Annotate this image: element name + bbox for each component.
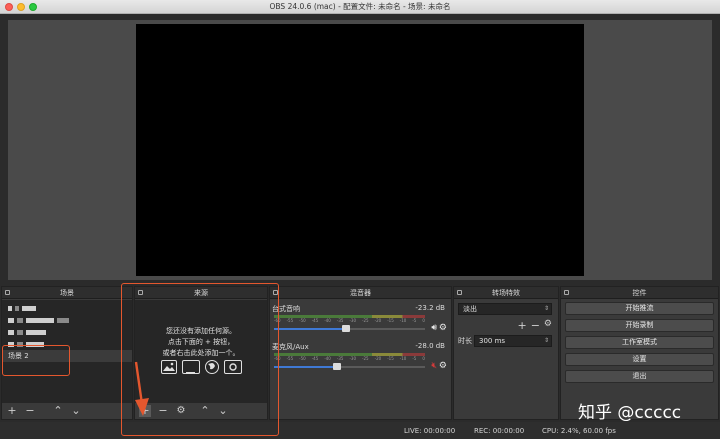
settings-button[interactable]: 设置	[565, 353, 714, 366]
mixer-track: 台式音响 -23.2 dB -60 -55 -50 -45 -40 -35 -30 -25 -2…	[272, 304, 449, 340]
muted-speaker-icon[interactable]: 🔇︎	[431, 361, 437, 371]
duration-label: 时长	[458, 337, 472, 345]
speaker-icon[interactable]: 🔊︎	[431, 323, 437, 333]
meter-tick-label: -30	[349, 356, 357, 361]
meter-tick-label: -50	[299, 318, 306, 323]
duration-value: 300 ms	[479, 337, 506, 345]
status-bar: LIVE: 00:00:00 REC: 00:00:00 CPU: 2.4%, …	[0, 422, 720, 439]
volume-slider[interactable]	[274, 363, 425, 370]
transitions-dock: 转场特效 淡出 ⇕ + − ⚙ 时长 300 ms ⇕	[453, 286, 559, 420]
meter-tick-label: 0	[422, 356, 425, 361]
transition-select-value: 淡出	[463, 305, 477, 313]
meter-tick-label: -55	[286, 318, 294, 323]
live-status: LIVE: 00:00:00	[404, 427, 456, 435]
spin-arrows-icon[interactable]: ⇕	[544, 336, 549, 346]
meter-tick-label: -25	[362, 318, 369, 323]
transition-select[interactable]: 淡出 ⇕	[458, 303, 552, 315]
meter-tick-label: -55	[286, 356, 294, 361]
meter-tick-label: -10	[399, 356, 407, 361]
rec-status: REC: 00:00:00	[474, 427, 525, 435]
zoom-window-button[interactable]	[29, 3, 37, 11]
mixer-dock: 混音器 台式音响 -23.2 dB -60 -55 -50 -45 -40 -35 -30-…	[269, 286, 452, 420]
volume-slider-knob[interactable]	[333, 363, 342, 370]
mixer-dock-header: 混音器	[270, 287, 451, 299]
meter-ticks: -60 -55 -50 -45 -40 -35 -30 -25 -20 -15 -10 -5 0	[274, 318, 425, 323]
annotation-box-scene	[2, 345, 70, 376]
track-settings-gear-icon[interactable]: ⚙	[439, 361, 447, 371]
exit-button[interactable]: 退出	[565, 370, 714, 383]
dock-float-icon[interactable]	[5, 290, 10, 295]
meter-tick-label: -15	[387, 318, 394, 323]
remove-transition-button[interactable]: −	[531, 319, 540, 332]
meter-tick-label: -50	[299, 356, 306, 361]
track-db: -23.2 dB	[415, 304, 445, 312]
mixer-track: 麦克风/Aux -28.0 dB -60 -55 -50 -45 -40 -35 -30 -2…	[272, 342, 449, 378]
meter-ticks: -60 -55 -50 -45 -40 -35 -30 -25 -20 -15 -10 -5 0	[274, 356, 425, 361]
preview-canvas[interactable]	[136, 24, 584, 276]
dock-float-icon[interactable]	[457, 290, 462, 295]
dock-float-icon[interactable]	[564, 290, 569, 295]
watermark: 知乎 @ccccc	[578, 403, 682, 423]
add-scene-button[interactable]: +	[6, 405, 18, 417]
scenes-dock-title: 场景	[60, 289, 74, 297]
close-window-button[interactable]	[5, 3, 13, 11]
meter-tick-label: -20	[374, 356, 382, 361]
controls-dock-header: 控件	[561, 287, 718, 299]
meter-tick-label: -5	[412, 356, 417, 361]
track-settings-gear-icon[interactable]: ⚙	[439, 323, 447, 333]
meter-tick-label: -35	[336, 356, 344, 361]
meter-tick-label: 0	[422, 318, 425, 323]
start-recording-button[interactable]: 开始录制	[565, 319, 714, 332]
meter-tick-label: -5	[412, 318, 417, 323]
mixer-body: 台式音响 -23.2 dB -60 -55 -50 -45 -40 -35 -30 -25 -2…	[270, 300, 451, 419]
window-title: OBS 24.0.6 (mac) - 配置文件: 未命名 - 场景: 未命名	[269, 2, 451, 11]
meter-tick-label: -40	[324, 356, 331, 361]
annotation-arrow	[134, 361, 149, 416]
controls-dock-title: 控件	[632, 289, 647, 297]
start-streaming-button[interactable]: 开始推流	[565, 302, 714, 315]
preview-area	[8, 20, 712, 280]
add-transition-button[interactable]: +	[517, 319, 526, 332]
transitions-body: 淡出 ⇕ + − ⚙ 时长 300 ms ⇕	[454, 300, 558, 419]
select-arrows-icon: ⇕	[543, 305, 549, 312]
window-titlebar: OBS 24.0.6 (mac) - 配置文件: 未命名 - 场景: 未命名	[0, 0, 720, 14]
scenes-toolbar: + − ⌃ ⌄	[2, 403, 132, 419]
move-scene-down-button[interactable]: ⌄	[70, 405, 82, 417]
volume-slider-knob[interactable]	[342, 325, 351, 332]
mixer-dock-title: 混音器	[350, 289, 371, 297]
volume-slider-fill	[274, 366, 338, 368]
minimize-window-button[interactable]	[17, 3, 25, 11]
meter-tick-label: -30	[349, 318, 357, 323]
meter-tick-label: -45	[311, 318, 319, 323]
transition-tools: + − ⚙	[517, 319, 552, 332]
scene-item[interactable]	[2, 302, 132, 314]
meter-tick-label: -25	[362, 356, 369, 361]
transitions-dock-title: 转场特效	[492, 289, 520, 297]
meter-tick-label: -10	[399, 318, 407, 323]
scene-item[interactable]	[2, 314, 132, 326]
transition-properties-gear-icon[interactable]: ⚙	[544, 319, 552, 332]
track-db: -28.0 dB	[415, 342, 445, 350]
volume-slider[interactable]	[274, 325, 425, 332]
move-scene-up-button[interactable]: ⌃	[52, 405, 64, 417]
meter-tick-label: -15	[387, 356, 394, 361]
scenes-dock-header: 场景	[2, 287, 132, 299]
transitions-dock-header: 转场特效	[454, 287, 558, 299]
remove-scene-button[interactable]: −	[24, 405, 36, 417]
meter-tick-label: -20	[374, 318, 382, 323]
meter-tick-label: -40	[324, 318, 331, 323]
duration-spinbox[interactable]: 300 ms ⇕	[474, 335, 552, 347]
meter-tick-label: -45	[311, 356, 319, 361]
scene-item[interactable]	[2, 326, 132, 338]
volume-slider-fill	[274, 328, 347, 330]
meter-tick-label: -35	[336, 318, 344, 323]
studio-mode-button[interactable]: 工作室模式	[565, 336, 714, 349]
cpu-status: CPU: 2.4%, 60.00 fps	[542, 427, 616, 435]
